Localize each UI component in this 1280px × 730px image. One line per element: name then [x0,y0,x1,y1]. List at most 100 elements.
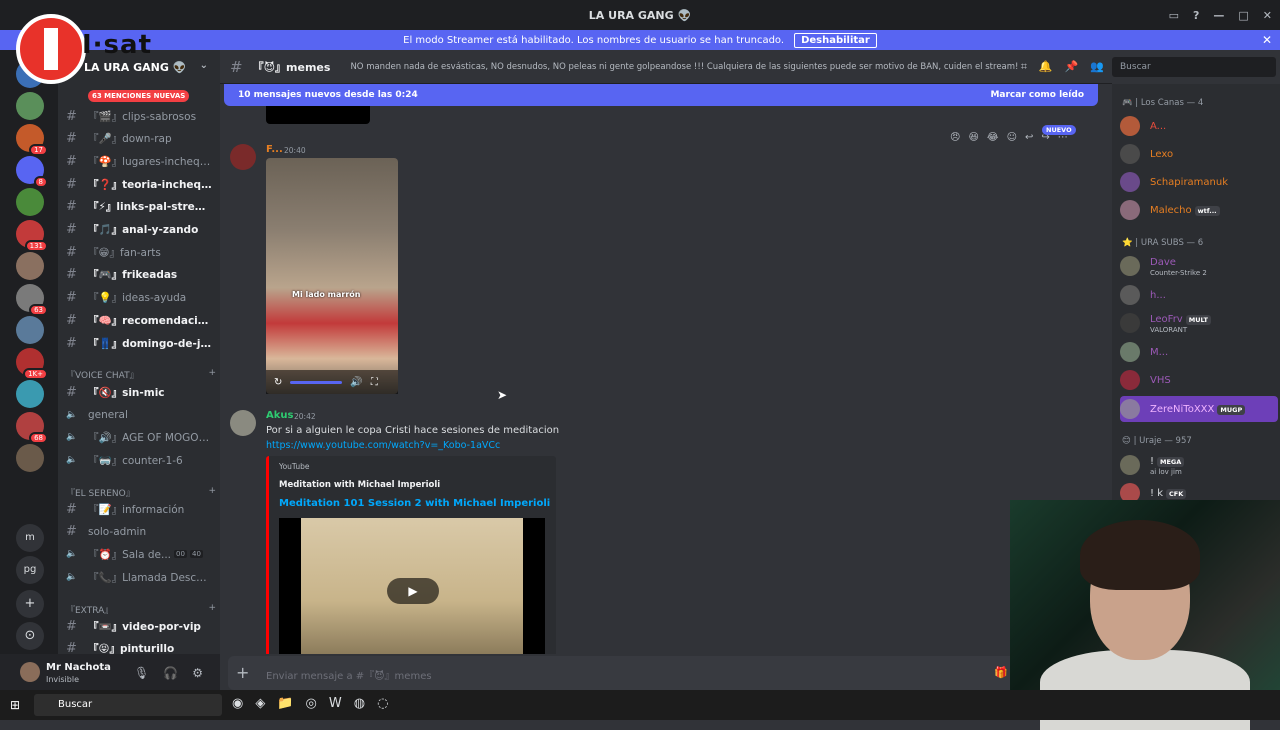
close-button[interactable]: ✕ [1263,9,1272,22]
channel-item[interactable]: 🔈 『⏰』Sala de... 00 40 [58,544,220,564]
member-item[interactable]: Schapiramanuk [1120,169,1278,195]
message-composer[interactable]: + Enviar mensaje a #『😈』memes 🎁 [228,656,1098,690]
play-icon[interactable]: ▶ [387,578,439,604]
avatar[interactable] [230,144,256,170]
maximize-button[interactable]: □ [1238,9,1248,22]
bell-icon[interactable]: 🔔 [1039,60,1053,74]
word-icon[interactable]: W [329,696,342,711]
folder-icon[interactable]: 📁 [277,696,293,711]
add-channel-icon[interactable]: + [208,368,216,381]
member-item[interactable]: Malecho wtf... [1120,197,1278,223]
reaction-icon[interactable]: 😠 [950,132,960,143]
search-input[interactable]: Buscar [1112,57,1276,77]
channel-item[interactable]: 🔈 『🔊』AGE OF MOGOLLAS [58,427,220,447]
channel-item[interactable]: # 『❓』teoria-inchequeables [58,174,220,194]
headphones-icon[interactable]: 🎧 [163,666,178,680]
composer-placeholder[interactable]: Enviar mensaje a #『😈』memes [266,667,432,682]
fullscreen-icon[interactable]: ⛶ [371,377,378,388]
embed-title[interactable]: Meditation 101 Session 2 with Michael Im… [279,498,550,509]
channel-item[interactable]: # 『📝』información [58,499,220,519]
help-icon[interactable]: ? [1193,9,1199,22]
taskbar-search[interactable]: Buscar [34,694,222,716]
obs-icon[interactable]: ◉ [232,696,243,711]
channel-category[interactable]: 『EL SERENO』 + [66,486,216,499]
channel-item[interactable]: 🔈 『🥽』counter-1-6 [58,450,220,470]
windows-start-icon[interactable]: ⊞ [10,698,20,712]
add-reaction-icon[interactable]: ☺ [1007,132,1017,143]
member-item[interactable]: Lexo [1120,141,1278,167]
server-icon[interactable]: 1K+ [16,348,48,380]
member-item[interactable]: M... [1120,339,1278,365]
member-item[interactable]: h... [1120,282,1278,308]
monitor-icon[interactable]: ▭ [1169,9,1179,22]
server-icon[interactable]: pg [16,556,44,584]
message-author[interactable]: Akus [266,410,293,421]
channel-item[interactable]: 🔈 『📞』Llamada Desconocida [58,567,220,587]
channel-item[interactable]: # 『🔇』sin-mic [58,382,220,402]
video-progress-bar[interactable] [290,380,343,384]
threads-icon[interactable]: ⌗ [1021,60,1027,74]
channel-category[interactable]: 『VOICE CHAT』 + [66,368,216,381]
server-icon[interactable]: 8 [16,156,48,188]
disable-streamer-button[interactable]: Deshabilitar [794,32,877,48]
channel-category[interactable]: 『EXTRA』 + [66,603,216,616]
server-icon[interactable]: 63 [16,284,48,316]
channel-item[interactable]: 🔈 general [58,405,220,425]
channel-item[interactable]: # 『😁』fan-arts [58,242,220,262]
reply-icon[interactable]: ↩ [1025,132,1033,143]
server-icon[interactable] [16,252,44,280]
app-icon[interactable]: ◌ [377,696,388,711]
channel-item[interactable]: # 『🎬』clips-sabrosos [58,106,220,126]
channel-item[interactable]: # 『🎮』frikeadas [58,265,220,285]
server-icon[interactable] [16,92,44,120]
pin-icon[interactable]: 📌 [1065,60,1079,74]
channel-item[interactable]: # 『💡』ideas-ayuda [58,288,220,308]
server-icon[interactable]: 131 [16,220,48,252]
add-channel-icon[interactable]: + [208,603,216,616]
video-attachment[interactable]: Mi lado marrón [266,158,398,394]
avatar[interactable] [20,662,40,682]
member-item[interactable]: Dave Counter-Strike 2 [1120,253,1278,279]
member-item[interactable]: A... [1120,113,1278,139]
explore-icon[interactable]: ⊙ [16,622,44,650]
add-server-icon[interactable]: + [16,590,44,618]
microphone-icon[interactable]: 🎙 [134,666,149,680]
server-icon[interactable]: 17 [16,124,48,156]
new-messages-bar[interactable]: 10 mensajes nuevos desde las 0:24 Marcar… [224,84,1098,106]
replay-icon[interactable]: ↻ [274,377,282,388]
volume-icon[interactable]: 🔊 [350,377,362,388]
mark-read-button[interactable]: Marcar como leído [990,90,1084,100]
channel-topic[interactable]: NO manden nada de esvásticas, NO desnudo… [350,62,1018,72]
gift-icon[interactable]: 🎁 [994,666,1008,679]
channel-item[interactable]: # 『😝』pinturillo [58,639,220,654]
server-icon[interactable] [16,444,44,472]
server-icon[interactable]: 68 [16,412,48,444]
avatar[interactable] [230,410,256,436]
copilot-icon[interactable]: ◈ [255,696,265,711]
channel-item[interactable]: # 『🎵』anal-y-zando [58,220,220,240]
channel-item[interactable]: # solo-admin [58,522,220,542]
channel-item[interactable]: # 『👖』domingo-de-joggin [58,333,220,353]
gear-icon[interactable]: ⚙ [192,666,203,680]
reaction-icon[interactable]: 😆 [968,132,978,143]
banner-close-icon[interactable]: ✕ [1262,33,1272,47]
member-item[interactable]: VHS [1120,367,1278,393]
channel-item[interactable]: # 『🧠』recomendaciones [58,310,220,330]
server-icon[interactable] [16,380,44,408]
channel-item[interactable]: # 『🍄』lugares-inchequeables [58,151,220,171]
member-item[interactable]: ZereNiToXXX MUGP [1120,395,1278,422]
channel-item[interactable]: # 『📼』video-por-vip [58,616,220,636]
add-channel-icon[interactable]: + [208,486,216,499]
message-author[interactable]: F... [266,144,283,155]
add-attachment-icon[interactable]: + [236,663,249,682]
mentions-pill[interactable]: 63 MENCIONES NUEVAS [88,90,190,102]
discord-icon[interactable]: ◎ [306,696,317,711]
server-icon[interactable] [16,316,44,344]
member-item[interactable]: ! MEGA ai lov jim [1120,452,1278,478]
channel-item[interactable]: # 『⚡』links-pal-stream [58,197,220,217]
channel-item[interactable]: # 『🎤』down-rap [58,129,220,149]
embed-thumbnail[interactable]: ▶ [279,518,545,654]
server-icon[interactable] [16,188,44,216]
member-item[interactable]: LeoFrv MULT VALORANT [1120,310,1278,336]
server-icon[interactable]: m [16,524,44,552]
